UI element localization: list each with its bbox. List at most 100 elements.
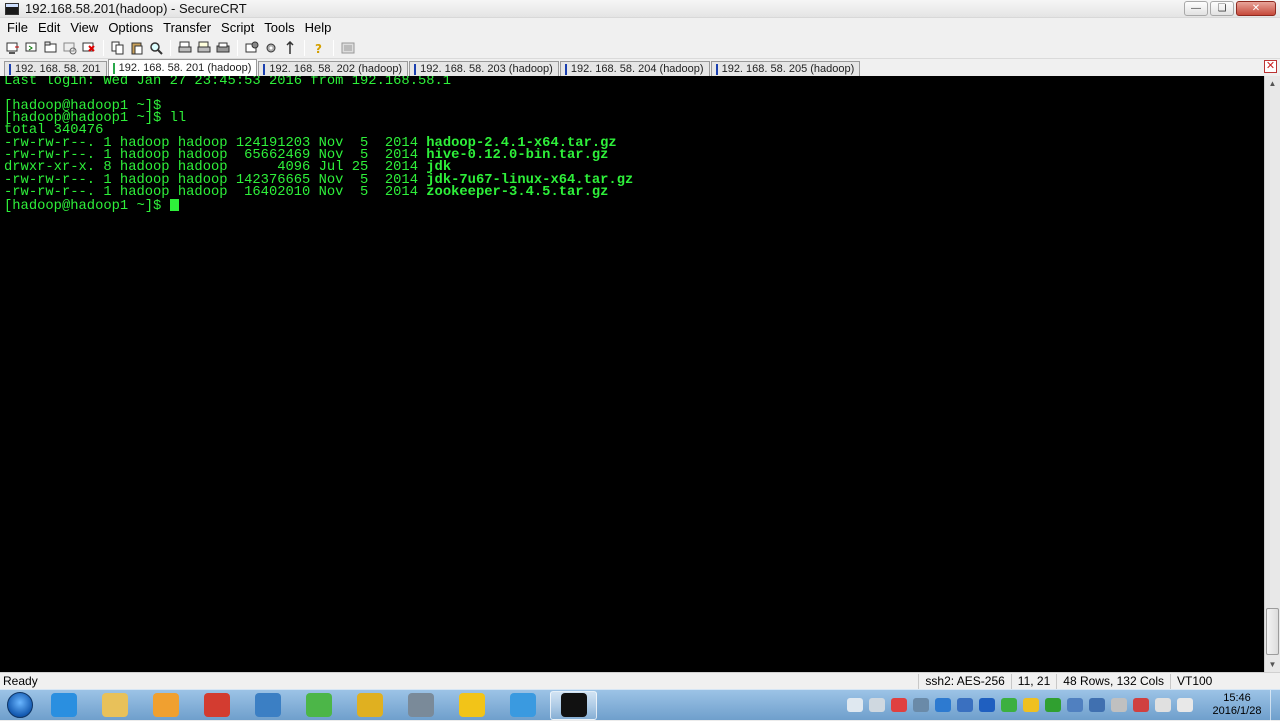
taskbar-button[interactable] xyxy=(499,691,546,720)
qq-icon[interactable] xyxy=(1023,698,1039,712)
explorer-icon xyxy=(101,693,128,717)
session-options-icon[interactable] xyxy=(243,39,261,57)
close-button[interactable]: ✕ xyxy=(1236,1,1276,16)
print-icon[interactable] xyxy=(176,39,194,57)
terminal-line: -rw-rw-r--. 1 hadoop hadoop 16402010 Nov… xyxy=(4,185,1264,201)
system-tray: 15:46 2016/1/28 xyxy=(844,689,1280,721)
tab-session-205-hadoop[interactable]: 192. 168. 58. 205 (hadoop) xyxy=(710,61,861,76)
chat-window-icon[interactable] xyxy=(339,39,357,57)
clock-date: 2016/1/28 xyxy=(1212,705,1262,717)
menu-transfer[interactable]: Transfer xyxy=(158,20,216,35)
tab-label: 192. 168. 58. 204 (hadoop) xyxy=(570,63,704,75)
toolbar: ? xyxy=(0,37,1280,59)
toolbar-separator xyxy=(170,39,171,56)
terminal-screen[interactable]: Last login: Wed Jan 27 23:45:53 2016 fro… xyxy=(0,76,1264,672)
scroll-up-icon[interactable]: ▲ xyxy=(1265,76,1280,91)
flag-icon[interactable] xyxy=(891,698,907,712)
windows-icon[interactable] xyxy=(957,698,973,712)
disconnect-icon[interactable] xyxy=(80,39,98,57)
taskbar-button[interactable] xyxy=(448,691,495,720)
remove-icon[interactable] xyxy=(1133,698,1149,712)
box-icon[interactable] xyxy=(1111,698,1127,712)
find-icon[interactable] xyxy=(147,39,165,57)
taskbar-button[interactable] xyxy=(142,691,189,720)
tab-status-indicator xyxy=(564,63,567,75)
svg-text:?: ? xyxy=(315,42,322,55)
printer-icon[interactable] xyxy=(214,39,232,57)
show-desktop-button[interactable] xyxy=(1270,689,1280,721)
title-bar: 192.168.58.201(hadoop) - SecureCRT — ❏ ✕ xyxy=(0,0,1280,18)
signal-icon[interactable] xyxy=(1177,698,1193,712)
toolbar-separator xyxy=(333,39,334,56)
securecrt-app-icon[interactable] xyxy=(5,2,19,15)
taskbar-clock[interactable]: 15:46 2016/1/28 xyxy=(1208,692,1266,718)
windows-orb-icon xyxy=(7,692,33,718)
shield-icon[interactable] xyxy=(935,698,951,712)
connect-icon[interactable] xyxy=(4,39,22,57)
plus-icon[interactable] xyxy=(1045,698,1061,712)
taskbar-button[interactable] xyxy=(193,691,240,720)
terminal-scrollbar[interactable]: ▲ ▼ xyxy=(1264,76,1280,672)
minimize-button[interactable]: — xyxy=(1184,1,1208,16)
reconnect-icon[interactable] xyxy=(61,39,79,57)
terminal-filename: hive-0.12.0-bin.tar.gz xyxy=(426,148,609,164)
taskbar-button[interactable] xyxy=(244,691,291,720)
tab-label: 192. 168. 58. 205 (hadoop) xyxy=(721,63,855,75)
refresh-app-icon xyxy=(305,693,332,717)
tab-session-201[interactable]: 192. 168. 58. 201 xyxy=(4,61,107,76)
menu-edit[interactable]: Edit xyxy=(33,20,65,35)
status-bar: Ready ssh2: AES-256 11, 21 48 Rows, 132 … xyxy=(0,672,1280,689)
terminal-cursor xyxy=(169,199,179,212)
menu-options[interactable]: Options xyxy=(103,20,158,35)
volume-icon[interactable] xyxy=(1155,698,1171,712)
paste-icon[interactable] xyxy=(128,39,146,57)
window-controls: — ❏ ✕ xyxy=(1184,1,1276,16)
toolbar-separator xyxy=(237,39,238,56)
global-options-icon[interactable] xyxy=(262,39,280,57)
scroll-down-icon[interactable]: ▼ xyxy=(1265,657,1280,672)
close-tab-icon[interactable]: ✕ xyxy=(1264,60,1277,73)
printer-app-icon xyxy=(407,693,434,717)
menu-file[interactable]: File xyxy=(2,20,33,35)
tab-status-indicator xyxy=(414,63,417,75)
taskbar-button[interactable] xyxy=(346,691,393,720)
copy-icon[interactable] xyxy=(109,39,127,57)
status-emulation: VT100 xyxy=(1170,673,1280,689)
tab-session-203-hadoop[interactable]: 192. 168. 58. 203 (hadoop) xyxy=(409,61,559,76)
connect-in-tab-icon[interactable] xyxy=(42,39,60,57)
e-app-icon xyxy=(356,693,383,717)
keymap-icon[interactable] xyxy=(281,39,299,57)
menu-script[interactable]: Script xyxy=(216,20,259,35)
tab-label: 192. 168. 58. 202 (hadoop) xyxy=(269,63,403,75)
tab-session-204-hadoop[interactable]: 192. 168. 58. 204 (hadoop) xyxy=(559,61,710,76)
restore-button[interactable]: ❏ xyxy=(1210,1,1234,16)
taskbar-button[interactable] xyxy=(295,691,342,720)
taskbar-button[interactable] xyxy=(40,691,87,720)
menu-view[interactable]: View xyxy=(65,20,103,35)
bluetooth-icon[interactable] xyxy=(979,698,995,712)
green-app-icon[interactable] xyxy=(1001,698,1017,712)
taskbar-button[interactable] xyxy=(550,690,597,720)
toolbar-separator xyxy=(103,39,104,56)
print-selection-icon[interactable] xyxy=(195,39,213,57)
terminal-filename: zookeeper-3.4.5.tar.gz xyxy=(426,185,609,201)
security-icon[interactable] xyxy=(1067,698,1083,712)
window-app-icon xyxy=(509,693,536,717)
network-icon[interactable] xyxy=(913,698,929,712)
taskbar-button[interactable] xyxy=(91,691,138,720)
scrollbar-thumb[interactable] xyxy=(1266,608,1279,655)
help-icon[interactable]: ? xyxy=(310,39,328,57)
menu-help[interactable]: Help xyxy=(300,20,337,35)
chrome-icon xyxy=(203,693,230,717)
pen-icon[interactable] xyxy=(869,698,885,712)
status-cipher: ssh2: AES-256 xyxy=(918,673,1010,689)
start-button[interactable] xyxy=(0,690,40,721)
tab-session-202-hadoop[interactable]: 192. 168. 58. 202 (hadoop) xyxy=(258,61,409,76)
display-icon[interactable] xyxy=(1089,698,1105,712)
media-player-icon xyxy=(152,693,179,717)
quick-connect-icon[interactable] xyxy=(23,39,41,57)
keyboard-icon[interactable] xyxy=(847,698,863,712)
tab-session-201-hadoop[interactable]: 192. 168. 58. 201 (hadoop) xyxy=(107,59,258,76)
menu-tools[interactable]: Tools xyxy=(259,20,299,35)
taskbar-button[interactable] xyxy=(397,691,444,720)
